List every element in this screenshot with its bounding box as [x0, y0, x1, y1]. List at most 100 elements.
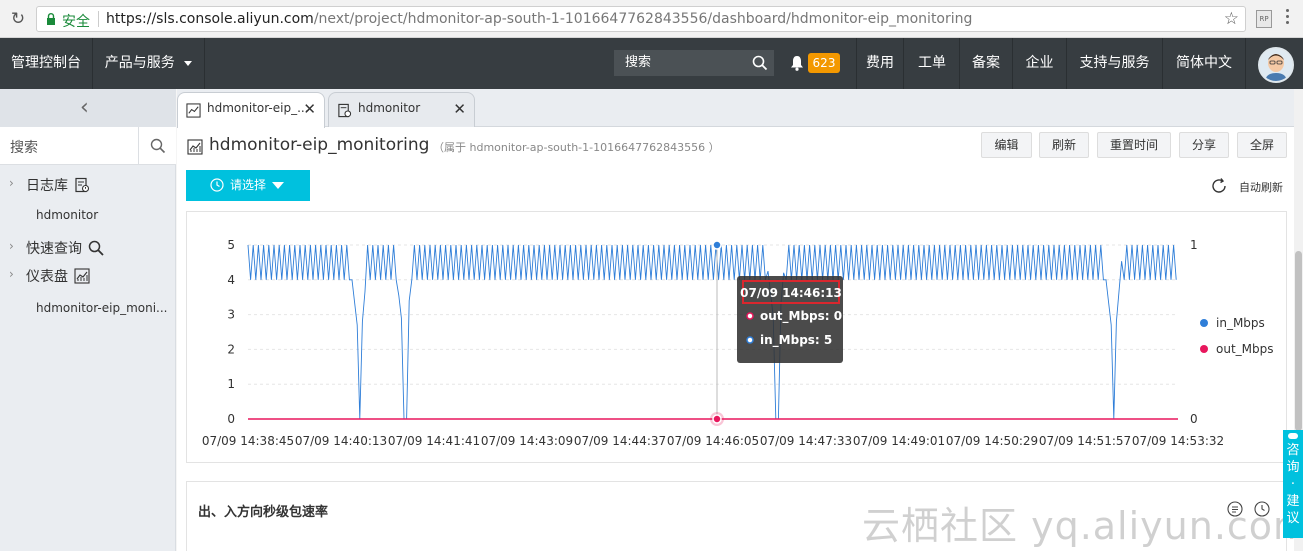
url-text: https://sls.console.aliyun.com/next/proj… [106, 11, 972, 27]
sidebar-item-logstore[interactable]: › 日志库 [0, 173, 176, 197]
x-tick-label: 07/09 14:53:32 [1132, 434, 1224, 448]
browser-menu-icon[interactable] [1286, 9, 1290, 29]
sidebar-item-dashboard[interactable]: › 仪表盘 [0, 264, 176, 288]
project-subtitle: （属于 hdmonitor-ap-south-1-101664776284355… [433, 141, 720, 154]
bookmark-star-icon[interactable]: ☆ [1224, 9, 1239, 29]
close-icon[interactable]: ✕ [303, 100, 316, 118]
time-select-button[interactable]: 请选择 [186, 170, 310, 201]
nav-products[interactable]: 产品与服务 [93, 38, 205, 89]
nav-tickets[interactable]: 工单 [905, 38, 960, 89]
chevron-left-icon: ‹ [80, 95, 89, 120]
hover-point-out-mbps [712, 414, 722, 424]
tab-label: hdmonitor-eip_... [207, 101, 309, 115]
sidebar-item-quick-query[interactable]: › 快速查询 [0, 236, 176, 260]
dashboard-chart-icon [186, 103, 201, 118]
tab-dashboard[interactable]: hdmonitor-eip_... ✕ [177, 92, 325, 128]
x-tick-label: 07/09 14:46:05 [667, 434, 759, 448]
sidebar: ‹ 搜索 › 日志库 hdmonitor › 快速查询 › 仪表盘 hdmoni… [0, 89, 176, 551]
x-tick-label: 07/09 14:44:37 [574, 434, 666, 448]
watermark: 云栖社区 yq.aliyun.com [862, 504, 1303, 548]
x-tick-label: 07/09 14:38:45 [202, 434, 294, 448]
refresh-button[interactable]: 刷新 [1039, 132, 1089, 158]
url-path: /next/project/hdmonitor-ap-south-1-10166… [313, 11, 973, 27]
nav-language[interactable]: 简体中文 [1163, 38, 1246, 89]
x-tick-label: 07/09 14:49:01 [853, 434, 945, 448]
x-tick-label: 07/09 14:43:09 [481, 434, 573, 448]
search-icon[interactable] [752, 55, 768, 71]
edit-button[interactable]: 编辑 [981, 132, 1032, 158]
sidebar-item-label: 日志库 [26, 178, 68, 194]
user-avatar[interactable] [1258, 47, 1294, 83]
main-content: hdmonitor-eip_... ✕ hdmonitor ✕ hdmonito… [177, 89, 1303, 551]
chat-icon [1288, 433, 1298, 439]
tooltip-series-dot [746, 312, 754, 320]
search-icon [150, 138, 166, 154]
app-root: ↻ 安全 https://sls.console.aliyun.com/next… [0, 0, 1303, 551]
url-host: https://sls.console.aliyun.com [106, 11, 314, 27]
bandwidth-chart[interactable]: 0123450107/09 14:38:45 07/09 14:40:13 07/0… [187, 212, 1288, 464]
secure-label: 安全 [62, 14, 90, 30]
legend-dot [1200, 345, 1208, 353]
clock-icon [210, 178, 224, 192]
auto-refresh-label[interactable]: 自动刷新 [1239, 179, 1283, 195]
reload-icon[interactable]: ↻ [8, 9, 28, 29]
nav-search-input[interactable]: 搜索 [614, 50, 746, 76]
chevron-right-icon: › [9, 239, 14, 253]
magnifier-icon [88, 240, 104, 256]
chevron-right-icon: › [9, 267, 14, 281]
scrollbar-thumb[interactable] [1295, 251, 1302, 431]
y-right-tick-label: 1 [1190, 238, 1198, 252]
sidebar-collapse-button[interactable]: ‹ [0, 89, 176, 127]
fullscreen-button[interactable]: 全屏 [1237, 132, 1287, 158]
notification-badge[interactable]: 623 [808, 53, 840, 73]
consult-button[interactable]: 咨询·建议 [1283, 430, 1303, 538]
nav-icp[interactable]: 备案 [960, 38, 1013, 89]
tab-logstore[interactable]: hdmonitor ✕ [328, 92, 475, 127]
browser-toolbar: ↻ 安全 https://sls.console.aliyun.com/next… [0, 0, 1303, 38]
hover-point-in-mbps [712, 240, 722, 250]
close-icon[interactable]: ✕ [453, 100, 466, 118]
consult-label: 咨询·建议 [1286, 443, 1300, 526]
legend-label: out_Mbps [1216, 342, 1274, 356]
sidebar-item-label: 快速查询 [26, 241, 82, 257]
x-tick-label: 07/09 14:51:57 [1039, 434, 1131, 448]
auto-refresh-icon[interactable] [1210, 177, 1228, 195]
address-bar[interactable]: 安全 https://sls.console.aliyun.com/next/p… [36, 6, 1246, 32]
sidebar-search-input[interactable]: 搜索 [10, 137, 38, 157]
y-left-tick-label: 3 [227, 308, 235, 322]
sidebar-search[interactable]: 搜索 [0, 127, 176, 165]
nav-enterprise[interactable]: 企业 [1013, 38, 1067, 89]
logstore-icon [75, 177, 90, 193]
nav-support[interactable]: 支持与服务 [1067, 38, 1163, 89]
nav-billing[interactable]: 费用 [856, 38, 904, 89]
bell-icon[interactable] [790, 55, 804, 71]
extension-icon[interactable]: RP [1256, 10, 1272, 28]
lock-icon [47, 13, 55, 25]
top-navigation: 管理控制台 产品与服务 搜索 623 费用 工单 备案 企业 支持与服务 简体中… [0, 38, 1303, 89]
dashboard-chart-icon [187, 139, 203, 155]
logstore-icon [338, 103, 352, 118]
panel-title: 出、入方向秒级包速率 [198, 505, 329, 520]
nav-search[interactable]: 搜索 [614, 50, 774, 76]
caret-down-icon [272, 182, 284, 189]
legend-dot [1200, 319, 1208, 327]
share-button[interactable]: 分享 [1179, 132, 1229, 158]
y-left-tick-label: 4 [227, 273, 235, 287]
sidebar-search-button[interactable] [138, 127, 176, 165]
nav-console[interactable]: 管理控制台 [0, 38, 93, 89]
sidebar-sub-hdmonitor[interactable]: hdmonitor [36, 208, 98, 222]
tooltip-time: 07/09 14:46:13 [740, 286, 842, 300]
dashboard-chart-icon [74, 268, 90, 284]
tab-bar: hdmonitor-eip_... ✕ hdmonitor ✕ [177, 89, 1303, 128]
url-divider [98, 11, 99, 27]
chart-panel-bandwidth: 0 1 2 3 4 5 0 1 07/09 14:38:45 07/09 14:40:13 07/0… [186, 211, 1287, 463]
page-title: hdmonitor-eip_monitoring [209, 135, 430, 155]
series-line-in-mbps [247, 244, 1177, 420]
tooltip-series-value: out_Mbps: 0 [760, 309, 842, 324]
time-select-label: 请选择 [230, 178, 267, 192]
sidebar-sub-dashboard[interactable]: hdmonitor-eip_moni... [36, 301, 167, 315]
y-left-tick-label: 0 [227, 412, 235, 426]
reset-time-button[interactable]: 重置时间 [1097, 132, 1171, 158]
y-right-tick-label: 0 [1190, 412, 1198, 426]
sidebar-item-label: 仪表盘 [26, 269, 68, 285]
